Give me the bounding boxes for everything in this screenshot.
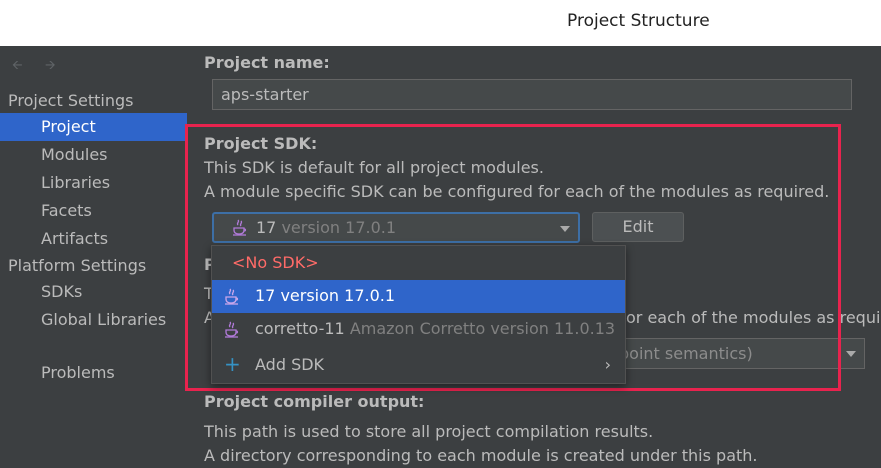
sidebar-item-libraries[interactable]: Libraries xyxy=(0,169,190,197)
sdk-description-2: A module specific SDK can be configured … xyxy=(204,182,830,201)
title-bar: Project Structure xyxy=(0,0,881,46)
sdk-combobox[interactable]: 17 version 17.0.1 xyxy=(212,212,580,243)
chevron-down-icon xyxy=(560,226,570,232)
java-icon xyxy=(224,288,240,310)
compiler-desc-2: A directory corresponding to each module… xyxy=(204,446,758,465)
sidebar-item-modules[interactable]: Modules xyxy=(0,141,190,169)
project-sdk-label: Project SDK: xyxy=(204,134,318,153)
project-name-field[interactable]: aps-starter xyxy=(212,79,852,110)
project-name-label: Project name: xyxy=(204,53,330,72)
add-sdk-menu-item[interactable]: + Add SDK › xyxy=(212,349,625,382)
sidebar-item-problems[interactable]: Problems xyxy=(0,359,190,387)
sidebar-item-global-libraries[interactable]: Global Libraries xyxy=(0,306,190,334)
compiler-desc-1: This path is used to store all project c… xyxy=(204,422,654,441)
sdk-option-detail: Amazon Corretto version 11.0.13 xyxy=(349,319,616,338)
sidebar-header-project-settings: Project Settings xyxy=(8,91,134,110)
sdk-option-label: corretto-11 xyxy=(255,319,345,338)
add-sdk-label: Add SDK xyxy=(255,355,325,374)
sdk-option-label: 17 version 17.0.1 xyxy=(255,286,396,305)
plus-icon: + xyxy=(224,352,241,376)
java-icon xyxy=(224,321,240,343)
sdk-description-1: This SDK is default for all project modu… xyxy=(204,158,544,177)
sidebar-item-facets[interactable]: Facets xyxy=(0,197,190,225)
sdk-option-no-sdk[interactable]: <No SDK> xyxy=(212,247,625,280)
no-sdk-label: <No SDK> xyxy=(232,253,319,272)
chevron-right-icon: › xyxy=(604,355,611,374)
sidebar-item-artifacts[interactable]: Artifacts xyxy=(0,225,190,253)
sidebar: 🡨 🡪 Project Settings Project Modules Lib… xyxy=(0,46,190,468)
sidebar-header-platform-settings: Platform Settings xyxy=(8,256,147,275)
sdk-selected-name: 17 xyxy=(256,218,277,237)
chevron-down-icon xyxy=(846,351,856,357)
sidebar-item-project[interactable]: Project xyxy=(0,113,187,141)
compiler-output-label: Project compiler output: xyxy=(204,392,425,411)
sdk-selected-version: version 17.0.1 xyxy=(281,218,397,237)
sidebar-item-sdks[interactable]: SDKs xyxy=(0,278,190,306)
language-level-combobox[interactable]: point semantics) xyxy=(610,338,865,369)
nav-arrows: 🡨 🡪 xyxy=(12,56,72,73)
right-arrow-icon[interactable]: 🡪 xyxy=(45,56,56,78)
edit-sdk-button[interactable]: Edit xyxy=(592,212,684,242)
sdk-option-17[interactable]: 17 version 17.0.1 xyxy=(212,280,625,313)
sdk-dropdown-popup: <No SDK> 17 version 17.0.1 corretto-11 A… xyxy=(211,245,626,384)
window-title: Project Structure xyxy=(567,11,710,31)
language-desc-tail: or each of the modules as requir xyxy=(626,308,881,327)
java-icon xyxy=(232,219,248,241)
left-arrow-icon[interactable]: 🡨 xyxy=(12,56,23,78)
language-level-value: point semantics) xyxy=(619,344,753,363)
sdk-option-corretto-11[interactable]: corretto-11 Amazon Corretto version 11.0… xyxy=(212,313,625,346)
